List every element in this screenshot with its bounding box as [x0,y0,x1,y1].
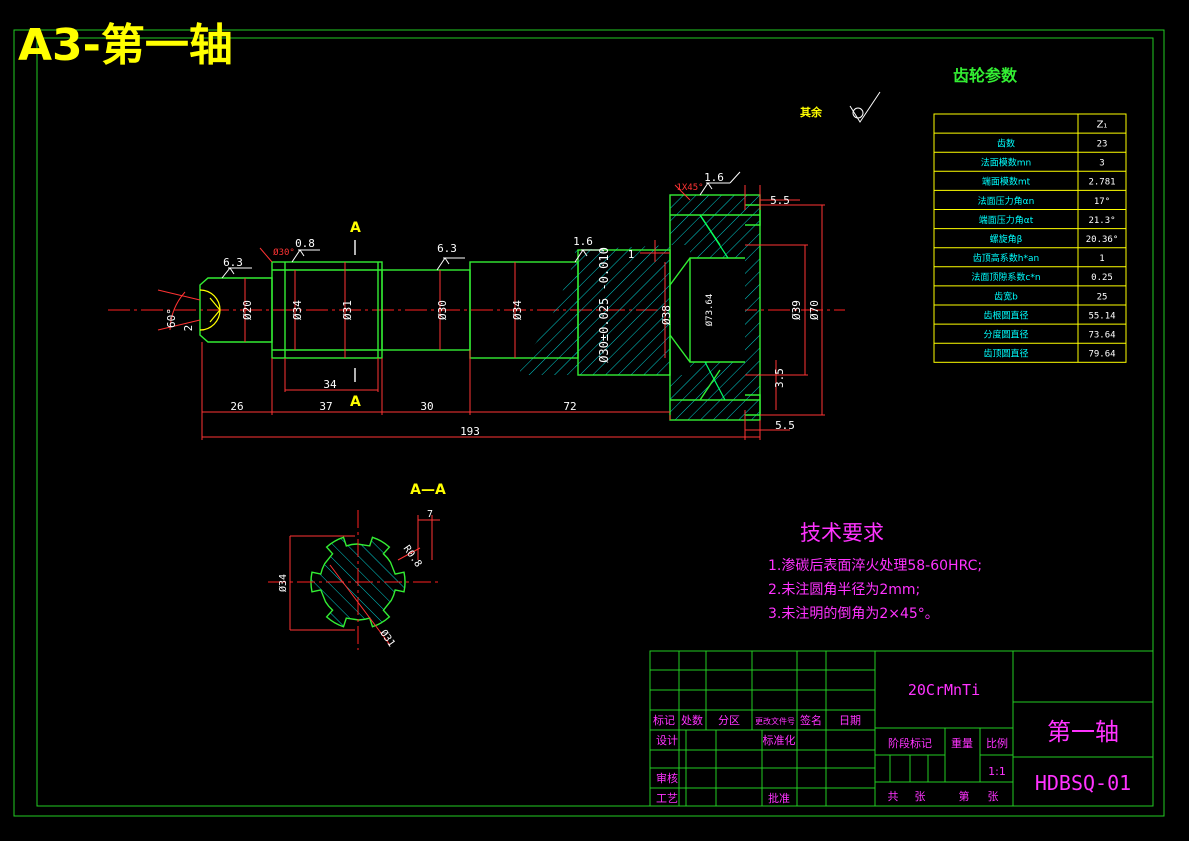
gear-table-row-value: 20.36° [1086,235,1119,245]
tb-drawing-no: HDBSQ-01 [1035,771,1131,795]
gear-table-col-header: Z₁ [1097,119,1108,130]
dim-chamfer2: Ø30° [273,247,295,258]
tb-sheets: 张 [915,790,926,803]
gear-table-row-value: 3 [1099,159,1104,169]
dim-d-teeth: Ø73.64 [704,294,715,327]
sec-dim-width: 7 [427,509,433,520]
gear-table-row-value: 17° [1094,197,1110,207]
sheet-title: A3-第一轴 [18,20,233,71]
ra-1-6-b: 1.6 [704,171,724,184]
tb-header-sign: 签名 [800,713,822,727]
tb-scale: 1:1 [988,765,1006,778]
dim-d20: Ø20 [241,300,254,320]
dim-d38: Ø38 [660,305,673,325]
gear-table-row-value: 21.3° [1088,216,1115,226]
tb-sheet-unit: 张 [988,790,999,803]
gear-table-row-label: 法面模数mn [981,157,1031,169]
gear-table-row-label: 齿宽b [994,290,1018,302]
tb-header-change-doc: 更改文件号 [755,716,795,726]
ra-1-6-a: 1.6 [573,235,593,248]
dim-len5-5-top: 5.5 [770,194,790,207]
dim-len3-5: 3.5 [773,368,786,388]
gear-table-row-value: 1 [1099,254,1104,264]
cut-label-top: A [350,220,361,236]
tb-part-name: 第一轴 [1047,718,1119,746]
hub-hatch [575,245,670,375]
tb-sheet-no: 第 [959,789,970,803]
dim-len72: 72 [563,400,576,413]
gear-table-row-label: 螺旋角β [990,233,1023,245]
gear-table-row-label: 端面模数mt [982,176,1031,188]
tech-req-item-2: 2.未注圆角半径为2mm; [768,582,920,598]
gear-table-row-value: 79.64 [1088,350,1115,360]
gear-table-row-label: 法面压力角αn [978,195,1035,207]
gear-table-row-label: 齿顶圆直径 [983,348,1028,360]
dim-d70: Ø70 [808,300,821,320]
gear-table-row-label: 端面压力角αt [979,214,1034,226]
inner-frame [36,37,1154,807]
ra-6-3-a: 6.3 [223,256,243,269]
sec-dim-d31: Ø31 [377,627,397,649]
gear-table-row-value: 25 [1097,292,1108,302]
tb-approve: 批准 [768,791,790,805]
gear-table-row-value: 23 [1097,139,1108,149]
tb-material: 20CrMnTi [908,681,980,699]
dim-chamfer1: 1X45° [676,183,703,193]
dim-len193: 193 [460,425,480,438]
drawing-sheet: A3-第一轴 齿轮参数 其余 Z₁ 齿数 23 法面模数mn 3 端面模数mt 2.781 法… [13,20,1165,817]
dim-len5-5-bottom: 5.5 [775,419,795,432]
dim-len37: 37 [319,400,332,413]
dim-d31: Ø31 [341,300,354,320]
ra-6-3-b: 6.3 [437,242,457,255]
gear-table-row-value: 73.64 [1088,330,1115,340]
ra-0-8: 0.8 [295,237,315,250]
gear-parameter-table: Z₁ 齿数 23 法面模数mn 3 端面模数mt 2.781 法面压力角αn 17° 端面压力角α… [933,113,1127,363]
outer-frame [13,29,1165,817]
gear-table-row-label: 齿顶高系数h*an [973,252,1039,264]
dim-d30-tol: Ø30±0.025 -0.010 [597,247,611,363]
sec-dim-d34: Ø34 [277,574,289,592]
tb-weight: 重量 [951,736,973,750]
tb-scale-label: 比例 [986,736,1008,750]
tb-process: 工艺 [656,792,678,805]
dim-d30: Ø30 [436,300,449,320]
dim-d39: Ø39 [790,300,803,320]
dim-len1: 1 [628,248,635,261]
dim-len26: 26 [230,400,243,413]
tb-header-zone: 分区 [718,714,740,727]
gear-table-title: 齿轮参数 [953,66,1018,85]
tech-req-title: 技术要求 [800,521,884,545]
cut-label-bottom: A [350,394,361,410]
dim-d34a: Ø34 [291,300,304,320]
dim-c2: 2 [182,325,195,332]
tech-req-item-1: 1.渗碳后表面淬火处理58-60HRC; [768,558,982,574]
shaft-main-view [108,194,845,421]
gear-table-row-label: 齿根圆直径 [983,309,1028,321]
gear-table-row-label: 齿数 [997,137,1015,149]
tb-review: 审核 [656,771,678,785]
gear-table-row-value: 2.781 [1088,178,1115,188]
gear-table-row-label: 分度圆直径 [983,328,1028,340]
tech-req-item-3: 3.未注明的倒角为2×45°。 [768,606,939,622]
tb-standardization: 标准化 [763,733,796,747]
tb-header-mark: 标记 [653,713,675,727]
gear-table-row-value: 55.14 [1088,311,1115,321]
dim-len30: 30 [420,400,433,413]
dim-len34: 34 [323,378,337,391]
dim-60deg: 60° [165,308,178,328]
roughness-note: 其余 [800,105,823,119]
gear-table-row-label: 法面顶隙系数c*n [971,271,1040,283]
tb-total: 共 [888,790,899,803]
broken-out-hatch [520,250,578,375]
tb-header-count: 处数 [681,714,703,727]
tb-stage-mark: 阶段标记 [888,736,932,750]
tb-header-date: 日期 [839,714,861,727]
section-a-view: Ø34 Ø31 7 R0.8 [268,509,440,650]
roughness-symbol-general [849,91,881,123]
gear-table-row-value: 0.25 [1091,273,1113,283]
tb-design: 设计 [656,734,678,747]
dim-d34b: Ø34 [511,300,524,320]
section-title: A—A [410,482,446,498]
